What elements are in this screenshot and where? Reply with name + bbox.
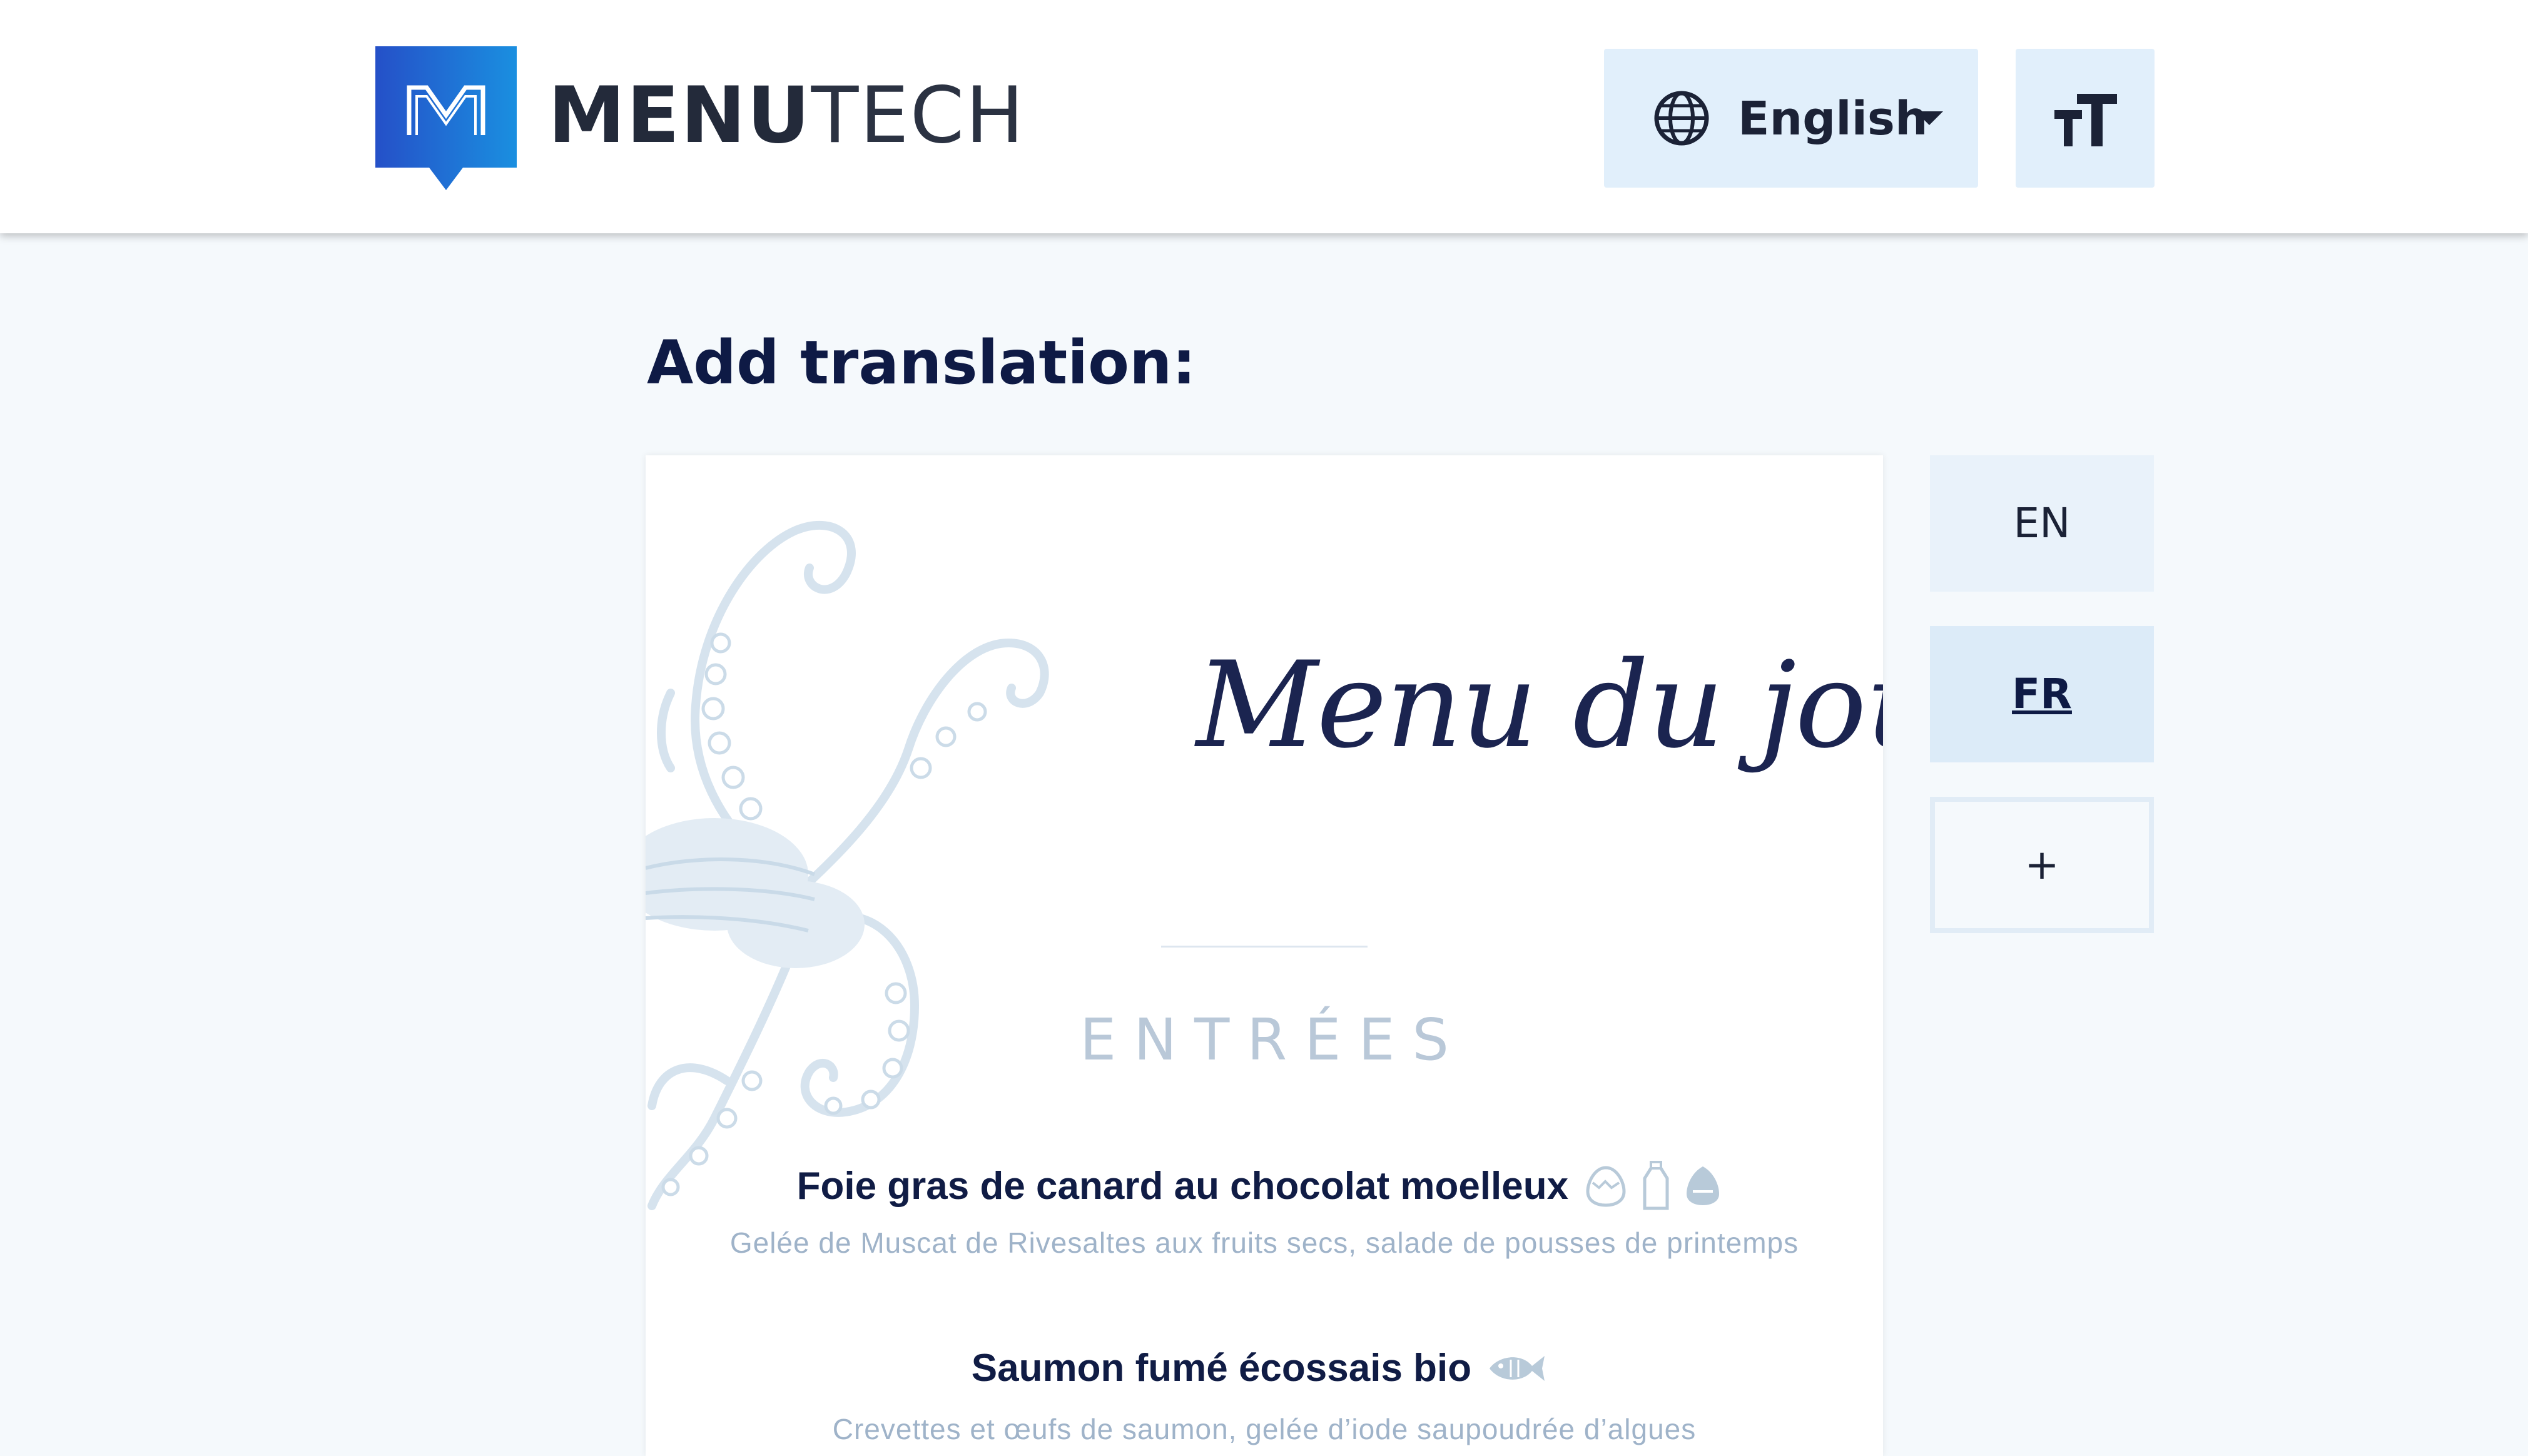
caret-down-icon — [1916, 111, 1943, 125]
dish-item: Foie gras de canard au chocolat moelleux — [646, 1161, 1883, 1211]
top-header: MENUTECH English — [0, 0, 2528, 233]
text-size-button[interactable] — [2016, 49, 2155, 188]
egg-icon — [1586, 1166, 1626, 1207]
language-tab-en[interactable]: EN — [1930, 455, 2154, 592]
nut-icon — [1687, 1166, 1720, 1205]
allergen-icons — [1487, 1351, 1557, 1386]
section-title-entrees: ENTRÉES — [1080, 1006, 1466, 1073]
allergen-icons — [1584, 1161, 1732, 1211]
menutech-logo-icon[interactable] — [375, 46, 517, 190]
octopus-illustration — [646, 520, 1049, 1210]
language-tab-fr[interactable]: FR — [1930, 626, 2154, 762]
dish-item: Saumon fumé écossais bio — [646, 1346, 1883, 1390]
add-language-button[interactable]: + — [1930, 797, 2154, 933]
language-selector-label: English — [1738, 92, 1928, 146]
fish-icon — [1490, 1355, 1545, 1381]
text-size-icon — [2054, 94, 2117, 146]
dish-description: Gelée de Muscat de Rivesaltes aux fruits… — [729, 1226, 1799, 1259]
brand-name-light: TECH — [811, 71, 1025, 161]
section-divider — [1161, 946, 1368, 948]
dish-name: Foie gras de canard au chocolat moelleux — [796, 1164, 1569, 1208]
page-title: Add translation: — [647, 328, 1196, 398]
menu-preview-card: Menu du jour ENTRÉES Foie gras de canard… — [646, 455, 1883, 1456]
menu-title: Menu du jour — [1196, 624, 1883, 787]
menu-title-text: Menu du jour — [1196, 636, 1883, 774]
globe-icon — [1652, 88, 1712, 148]
dish-name: Saumon fumé écossais bio — [971, 1347, 1472, 1390]
menutech-wordmark: MENUTECH — [548, 69, 1025, 163]
milk-bottle-icon — [1643, 1161, 1669, 1210]
brand-name-bold: MENU — [548, 71, 811, 161]
language-selector[interactable]: English — [1604, 49, 1978, 188]
